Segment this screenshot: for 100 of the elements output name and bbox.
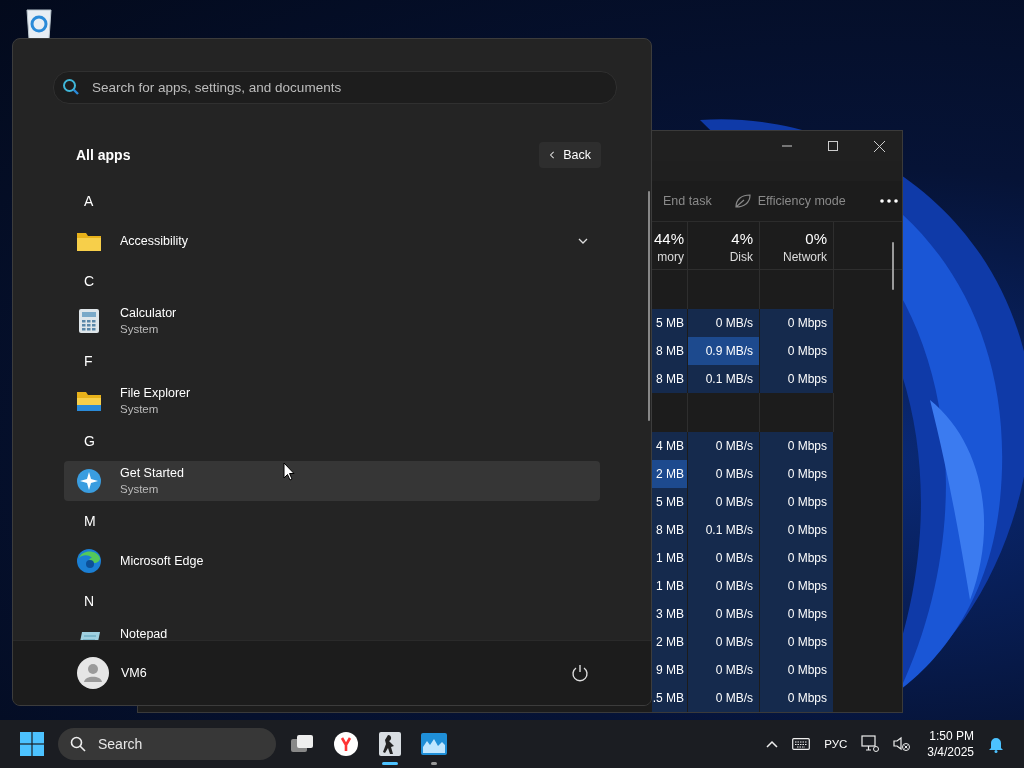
table-cell: 0 Mbps bbox=[760, 572, 834, 600]
leaf-icon bbox=[733, 193, 752, 209]
table-cell: 5 MB bbox=[652, 488, 688, 516]
running-indicator bbox=[431, 762, 437, 765]
app-name: Microsoft Edge bbox=[120, 552, 204, 569]
windows-logo-icon[interactable] bbox=[20, 732, 44, 756]
table-cell: 1 MB bbox=[652, 572, 688, 600]
user-account-button[interactable]: VM6 bbox=[77, 657, 147, 690]
table-cell: 8 MB bbox=[652, 337, 688, 365]
scrollbar-thumb[interactable] bbox=[648, 191, 650, 421]
maximize-icon bbox=[828, 141, 838, 151]
table-cell: 8 MB bbox=[652, 365, 688, 393]
section-title: All apps bbox=[76, 146, 131, 163]
chevron-up-icon[interactable] bbox=[766, 740, 779, 748]
chevron-left-icon bbox=[549, 149, 556, 160]
app-subtitle: System bbox=[120, 481, 160, 497]
browser-icon[interactable] bbox=[334, 732, 358, 756]
table-cell: 0 Mbps bbox=[760, 516, 834, 544]
column-header[interactable]: Network bbox=[783, 248, 827, 266]
table-cell: 0.1 MB/s bbox=[688, 365, 760, 393]
table-cell: 0 MB/s bbox=[688, 544, 760, 572]
column-header[interactable]: mory bbox=[657, 248, 684, 266]
chevron-down-icon[interactable] bbox=[578, 237, 588, 244]
table-cell: 0 Mbps bbox=[760, 488, 834, 516]
table-cell: 0 Mbps bbox=[760, 337, 834, 365]
table-cell: 0 MB/s bbox=[688, 656, 760, 684]
letter-heading[interactable]: N bbox=[84, 592, 95, 609]
app-subtitle: System bbox=[120, 401, 160, 417]
table-cell: 0 Mbps bbox=[760, 432, 834, 460]
app-name: File Explorer bbox=[120, 384, 191, 401]
keyboard-icon[interactable] bbox=[792, 738, 811, 750]
table-cell: 9 MB bbox=[652, 656, 688, 684]
table-cell: 0 MB/s bbox=[688, 460, 760, 488]
calculator-icon bbox=[76, 307, 102, 334]
back-button[interactable]: Back bbox=[539, 141, 601, 168]
table-cell: 0 Mbps bbox=[760, 460, 834, 488]
table-cell: 1 MB bbox=[652, 544, 688, 572]
avatar-icon bbox=[77, 657, 109, 690]
column-header[interactable]: Disk bbox=[729, 248, 753, 266]
table-cell: 3 MB bbox=[652, 600, 688, 628]
table-cell: 5 MB bbox=[652, 309, 688, 337]
game-icon[interactable] bbox=[379, 732, 401, 756]
language-indicator[interactable]: РУС bbox=[824, 738, 848, 750]
letter-heading[interactable]: C bbox=[84, 272, 95, 289]
table-cell: 8 MB bbox=[652, 516, 688, 544]
close-icon bbox=[873, 140, 885, 152]
app-name: Accessibility bbox=[120, 232, 189, 249]
running-indicator bbox=[382, 762, 398, 765]
more-options-icon[interactable] bbox=[879, 199, 898, 203]
task-view-icon[interactable] bbox=[290, 734, 314, 754]
letter-heading[interactable]: G bbox=[84, 432, 95, 449]
letter-heading[interactable]: A bbox=[84, 192, 94, 209]
clock-button[interactable]: 1:50 PM 3/4/2025 bbox=[927, 728, 974, 760]
scrollbar-thumb[interactable] bbox=[892, 242, 894, 290]
table-cell: 0 Mbps bbox=[760, 544, 834, 572]
table-cell: 0 Mbps bbox=[760, 365, 834, 393]
power-icon[interactable] bbox=[571, 664, 589, 683]
table-cell: 2 MB bbox=[652, 460, 688, 488]
table-cell: .5 MB bbox=[652, 684, 688, 712]
table-cell: 0 MB/s bbox=[688, 572, 760, 600]
app-name: Notepad bbox=[120, 625, 168, 641]
table-cell: 0 MB/s bbox=[688, 684, 760, 712]
column-usage-value: 0% bbox=[805, 230, 827, 248]
app-subtitle: System bbox=[120, 321, 160, 337]
table-cell: 0 Mbps bbox=[760, 628, 834, 656]
letter-heading[interactable]: M bbox=[84, 512, 96, 529]
browser-icon bbox=[76, 547, 102, 574]
volume-muted-icon[interactable] bbox=[893, 736, 912, 752]
app-name: Get Started bbox=[120, 464, 184, 481]
table-cell: 0 Mbps bbox=[760, 600, 834, 628]
table-cell: 4 MB bbox=[652, 432, 688, 460]
search-icon bbox=[62, 78, 80, 97]
app-name: Calculator bbox=[120, 304, 177, 321]
search-field[interactable]: Search for apps, settings, and documents bbox=[53, 71, 617, 104]
table-cell: 0 MB/s bbox=[688, 432, 760, 460]
search-input[interactable]: Search for apps, settings, and documents bbox=[90, 78, 616, 96]
table-cell: 0 MB/s bbox=[688, 600, 760, 628]
taskbar-search-button[interactable]: Search bbox=[58, 728, 276, 760]
table-cell: 0 Mbps bbox=[760, 309, 834, 337]
mouse-cursor-icon bbox=[283, 462, 295, 481]
star-badge-icon bbox=[76, 467, 102, 494]
table-cell: 2 MB bbox=[652, 628, 688, 656]
notification-bell-icon[interactable] bbox=[988, 735, 1004, 753]
table-cell: 0.1 MB/s bbox=[688, 516, 760, 544]
table-cell: 0 MB/s bbox=[688, 488, 760, 516]
search-icon bbox=[70, 736, 86, 752]
table-cell: 0 MB/s bbox=[688, 309, 760, 337]
table-cell: 0.9 MB/s bbox=[688, 337, 760, 365]
network-icon[interactable] bbox=[861, 735, 880, 753]
app-list-item[interactable]: Accessibility bbox=[64, 220, 600, 261]
column-usage-value: 4% bbox=[731, 230, 753, 248]
app-list-item[interactable]: Microsoft Edge bbox=[64, 540, 600, 581]
app-list-item[interactable]: Calculator System bbox=[64, 300, 600, 341]
letter-heading[interactable]: F bbox=[84, 352, 93, 369]
column-usage-value: 44% bbox=[653, 230, 684, 248]
table-cell: 0 MB/s bbox=[688, 628, 760, 656]
app-list-item[interactable]: Get Started System bbox=[64, 460, 600, 501]
app-list-item[interactable]: File Explorer System bbox=[64, 380, 600, 421]
table-cell: 0 Mbps bbox=[760, 684, 834, 712]
table-cell: 0 Mbps bbox=[760, 656, 834, 684]
